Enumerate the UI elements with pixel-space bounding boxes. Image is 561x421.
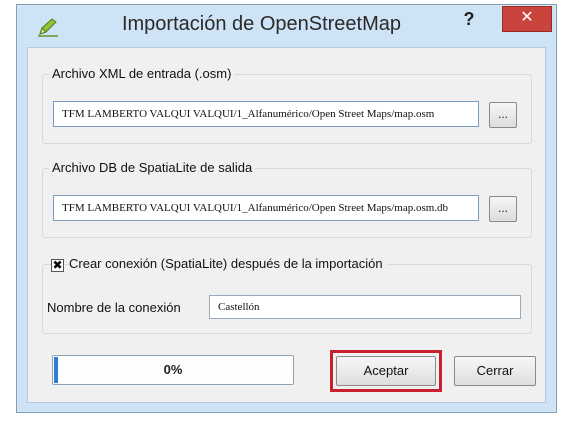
close-window-button[interactable]: ✕ xyxy=(502,6,552,32)
input-file-group: Archivo XML de entrada (.osm) TFM LAMBER… xyxy=(42,66,532,144)
output-db-path-field[interactable]: TFM LAMBERTO VALQUI VALQUI/1_Alfanuméric… xyxy=(53,195,479,221)
page: Importación de OpenStreetMap ? ✕ Archivo… xyxy=(0,0,561,421)
create-connection-label: Crear conexión (SpatiaLite) después de l… xyxy=(69,256,387,271)
input-osm-path-field[interactable]: TFM LAMBERTO VALQUI VALQUI/1_Alfanuméric… xyxy=(53,101,479,127)
output-file-legend: Archivo DB de SpatiaLite de salida xyxy=(49,160,256,175)
accept-button[interactable]: Aceptar xyxy=(336,356,436,386)
browse-output-button[interactable]: ... xyxy=(489,196,517,222)
output-file-group: Archivo DB de SpatiaLite de salida TFM L… xyxy=(42,160,532,238)
progress-percent-text: 0% xyxy=(163,362,183,377)
connection-name-input[interactable]: Castellón xyxy=(209,295,521,319)
osm-import-dialog: Importación de OpenStreetMap ? ✕ Archivo… xyxy=(16,4,557,413)
progress-bar: 0% xyxy=(52,355,294,385)
window-title: Importación de OpenStreetMap xyxy=(121,13,402,35)
help-button[interactable]: ? xyxy=(458,8,480,30)
browse-input-button[interactable]: ... xyxy=(489,102,517,128)
create-connection-checkbox[interactable]: ✖ xyxy=(51,259,64,272)
close-button[interactable]: Cerrar xyxy=(454,356,536,386)
dialog-body: Archivo XML de entrada (.osm) TFM LAMBER… xyxy=(27,47,546,403)
qgis-pencil-icon xyxy=(38,18,58,37)
connection-group: ✖ Crear conexión (SpatiaLite) después de… xyxy=(42,256,532,334)
connection-name-label: Nombre de la conexión xyxy=(47,300,181,315)
input-file-legend: Archivo XML de entrada (.osm) xyxy=(49,66,235,81)
title-bar[interactable]: Importación de OpenStreetMap ? ✕ xyxy=(17,5,556,47)
